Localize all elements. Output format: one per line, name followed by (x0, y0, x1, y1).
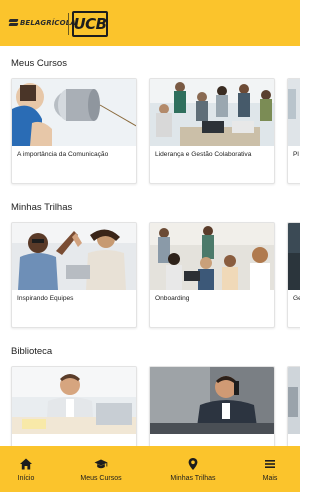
phone-call-photo (150, 367, 274, 434)
partial-photo (288, 367, 300, 434)
ucb-logo: UCB (72, 11, 108, 37)
section-title: Biblioteca (11, 346, 53, 357)
card-label: A importância da Comunicação (17, 151, 109, 158)
course-card[interactable]: Pl (287, 78, 300, 184)
app-header: BELAGRÍCOLA. UCB (0, 0, 300, 46)
map-pin-icon (188, 457, 198, 470)
library-card[interactable] (11, 366, 137, 446)
partial-photo (288, 79, 300, 146)
office-team-photo (150, 223, 274, 290)
course-card[interactable]: Liderança e Gestão Colaborativa (149, 78, 275, 184)
main-content[interactable]: Meus Cursos A importância da Comunicação… (0, 46, 300, 446)
nav-item-meus-cursos[interactable]: Meus Cursos (72, 446, 130, 492)
brand-primary: BELAGRÍCOLA. (20, 18, 79, 27)
nav-label: Início (17, 474, 35, 482)
card-label: Inspirando Equipes (17, 295, 74, 302)
brand-secondary: UCB (73, 15, 107, 33)
menu-icon (265, 459, 275, 468)
team-meeting-photo (150, 79, 274, 146)
partial-photo (288, 223, 300, 290)
graduation-cap-icon (94, 459, 108, 468)
nav-label: Meus Cursos (80, 474, 122, 482)
tin-can-telephone-photo (12, 79, 136, 146)
nav-item-inicio[interactable]: Início (6, 446, 46, 492)
card-row[interactable]: Inspirando Equipes Onboarding G (11, 222, 300, 328)
belagricola-mark-icon (9, 18, 18, 27)
nav-item-mais[interactable]: Mais (252, 446, 288, 492)
card-label: Onboarding (155, 295, 190, 302)
logo-divider (68, 13, 69, 35)
section-title: Meus Cursos (11, 58, 67, 69)
nav-label: Mais (262, 474, 278, 482)
library-card[interactable] (149, 366, 275, 446)
nav-item-minhas-trilhas[interactable]: Minhas Trilhas (160, 446, 226, 492)
course-card[interactable]: A importância da Comunicação (11, 78, 137, 184)
card-label: Pl (293, 151, 299, 158)
trail-card[interactable]: Inspirando Equipes (11, 222, 137, 328)
bottom-navigation: Início Meus Cursos Minhas Trilhas Mais (0, 446, 300, 492)
high-five-photo (12, 223, 136, 290)
businessman-desk-photo (12, 367, 136, 434)
trail-card[interactable]: Onboarding (149, 222, 275, 328)
section-title: Minhas Trilhas (11, 202, 73, 213)
trail-card[interactable]: Ge (287, 222, 300, 328)
card-row[interactable] (11, 366, 300, 446)
card-row[interactable]: A importância da Comunicação Liderança e… (11, 78, 300, 184)
card-label: Ge (293, 295, 300, 302)
library-card[interactable] (287, 366, 300, 446)
home-icon (20, 458, 32, 469)
nav-label: Minhas Trilhas (170, 474, 216, 482)
card-label: Liderança e Gestão Colaborativa (155, 151, 252, 158)
